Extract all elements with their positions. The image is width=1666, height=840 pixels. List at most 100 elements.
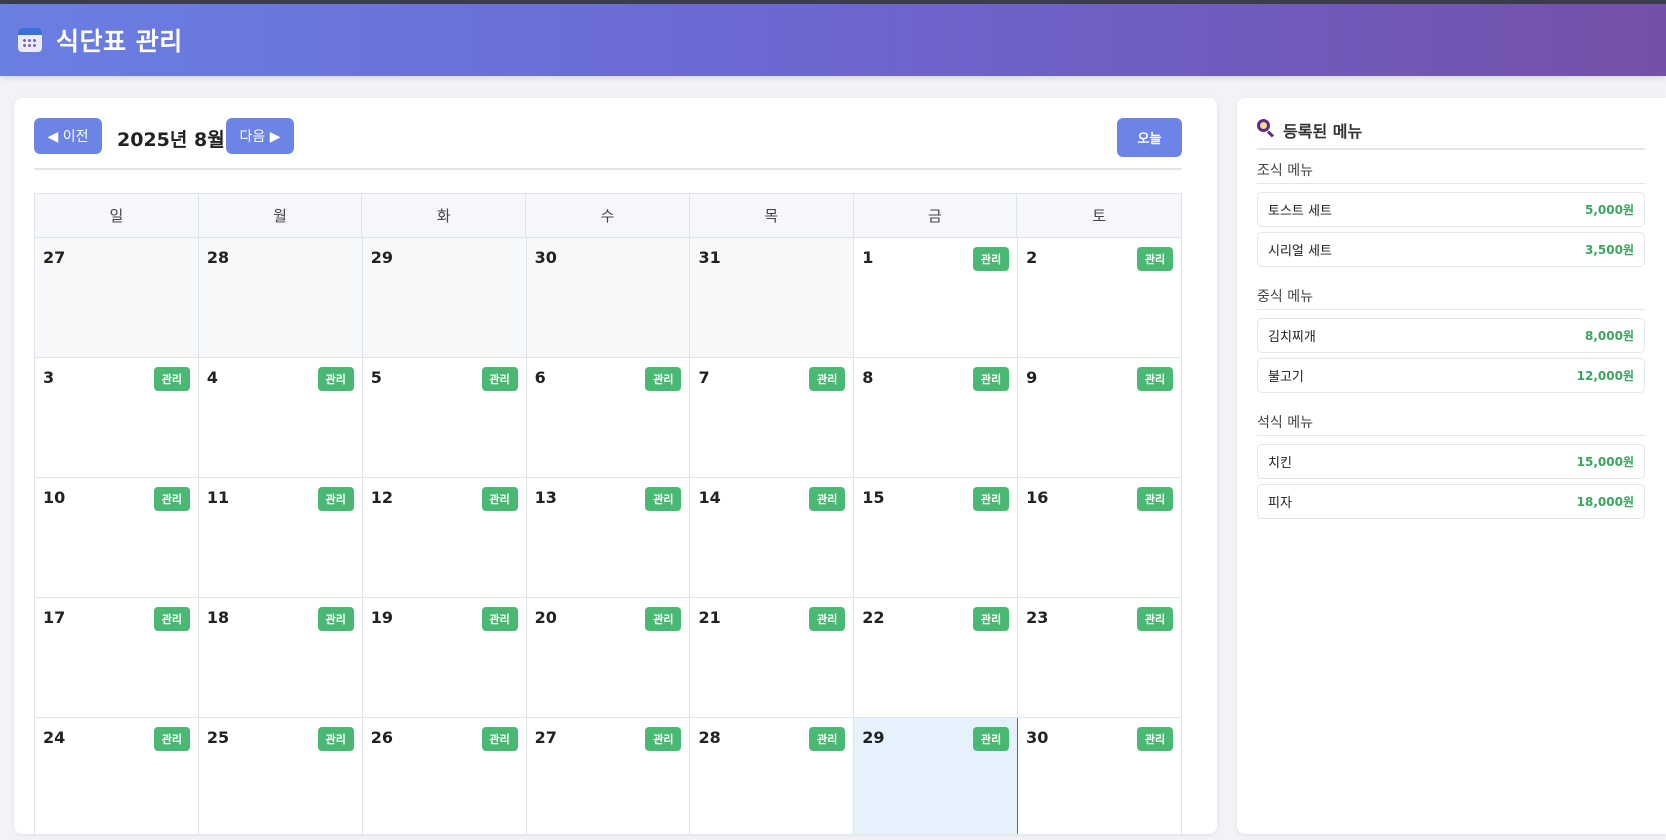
calendar-scrollbar[interactable] bbox=[1214, 98, 1217, 834]
day-number: 23 bbox=[1026, 608, 1049, 627]
calendar-day-cell[interactable]: 11 관리 bbox=[198, 478, 363, 598]
day-number: 20 bbox=[534, 608, 557, 627]
calendar-day-cell[interactable]: 12 관리 bbox=[362, 478, 527, 598]
calendar-week-row: 24 관리 25 관리 26 관리 27 관리 28 관리 29 관리 30 관리 bbox=[34, 718, 1183, 834]
manage-day-button[interactable]: 관리 bbox=[481, 727, 518, 751]
menu-section: 중식 메뉴 김치찌개 8,000원 불고기 12,000원 bbox=[1257, 286, 1645, 398]
manage-day-button[interactable]: 관리 bbox=[645, 607, 682, 631]
calendar-grid: 일 월 화 수 목 금 토 27 28 29 30 31 1 관리 2 관리 3 관리 4 관리 5 관리 6… bbox=[34, 193, 1183, 834]
calendar-day-cell[interactable]: 23 관리 bbox=[1018, 598, 1183, 718]
manage-day-button[interactable]: 관리 bbox=[153, 487, 190, 511]
menu-item[interactable]: 치킨 15,000원 bbox=[1257, 444, 1645, 479]
menu-item-name: 피자 bbox=[1268, 496, 1292, 511]
calendar-day-cell[interactable]: 24 관리 bbox=[35, 718, 199, 834]
day-number: 5 bbox=[370, 368, 382, 387]
calendar-day-cell[interactable]: 27 관리 bbox=[526, 718, 691, 834]
calendar-day-cell[interactable]: 29 bbox=[362, 238, 527, 358]
calendar-day-cell[interactable]: 28 bbox=[198, 238, 363, 358]
day-number: 14 bbox=[698, 488, 721, 507]
calendar-day-cell[interactable]: 25 관리 bbox=[198, 718, 363, 834]
menu-item[interactable]: 토스트 세트 5,000원 bbox=[1257, 192, 1645, 227]
day-number: 22 bbox=[862, 608, 885, 627]
menu-item[interactable]: 피자 18,000원 bbox=[1257, 484, 1645, 519]
calendar-day-cell[interactable]: 26 관리 bbox=[362, 718, 527, 834]
calendar-day-cell[interactable]: 3 관리 bbox=[35, 358, 199, 478]
menu-item[interactable]: 시리얼 세트 3,500원 bbox=[1257, 232, 1645, 267]
manage-day-button[interactable]: 관리 bbox=[153, 367, 190, 391]
menu-item-name: 김치찌개 bbox=[1268, 330, 1316, 345]
manage-day-button[interactable]: 관리 bbox=[645, 727, 682, 751]
calendar-day-cell[interactable]: 20 관리 bbox=[526, 598, 691, 718]
manage-day-button[interactable]: 관리 bbox=[317, 367, 354, 391]
manage-day-button[interactable]: 관리 bbox=[481, 367, 518, 391]
calendar-day-cell-today[interactable]: 29 관리 bbox=[854, 718, 1019, 834]
calendar-week-row: 3 관리 4 관리 5 관리 6 관리 7 관리 8 관리 9 관리 bbox=[34, 358, 1183, 478]
manage-day-button[interactable]: 관리 bbox=[645, 367, 682, 391]
manage-day-button[interactable]: 관리 bbox=[317, 487, 354, 511]
manage-day-button[interactable]: 관리 bbox=[645, 487, 682, 511]
menu-item[interactable]: 김치찌개 8,000원 bbox=[1257, 318, 1645, 353]
manage-day-button[interactable]: 관리 bbox=[973, 487, 1010, 511]
calendar-day-cell[interactable]: 22 관리 bbox=[854, 598, 1019, 718]
manage-day-button[interactable]: 관리 bbox=[1137, 727, 1174, 751]
next-month-button[interactable]: 다음 ▶ bbox=[226, 118, 294, 154]
day-number: 16 bbox=[1026, 488, 1049, 507]
manage-day-button[interactable]: 관리 bbox=[809, 727, 846, 751]
calendar-day-cell[interactable]: 8 관리 bbox=[854, 358, 1019, 478]
calendar-day-cell[interactable]: 13 관리 bbox=[526, 478, 691, 598]
weekday-thu: 목 bbox=[690, 194, 854, 237]
manage-day-button[interactable]: 관리 bbox=[1137, 607, 1174, 631]
calendar-week-row: 27 28 29 30 31 1 관리 2 관리 bbox=[34, 238, 1183, 358]
calendar-day-cell[interactable]: 30 관리 bbox=[1018, 718, 1183, 834]
calendar-week-row: 17 관리 18 관리 19 관리 20 관리 21 관리 22 관리 23 관리 bbox=[34, 598, 1183, 718]
calendar-day-cell[interactable]: 30 bbox=[526, 238, 691, 358]
manage-day-button[interactable]: 관리 bbox=[1137, 487, 1174, 511]
calendar-day-cell[interactable]: 10 관리 bbox=[35, 478, 199, 598]
day-number: 24 bbox=[43, 728, 66, 747]
manage-day-button[interactable]: 관리 bbox=[153, 727, 190, 751]
prev-month-button[interactable]: ◀ 이전 bbox=[34, 118, 102, 154]
manage-day-button[interactable]: 관리 bbox=[809, 367, 846, 391]
manage-day-button[interactable]: 관리 bbox=[973, 727, 1010, 751]
manage-day-button[interactable]: 관리 bbox=[317, 727, 354, 751]
calendar-day-cell[interactable]: 19 관리 bbox=[362, 598, 527, 718]
manage-day-button[interactable]: 관리 bbox=[973, 247, 1010, 271]
calendar-panel: ◀ 이전 2025년 8월 다음 ▶ 오늘 일 월 화 수 목 금 토 27 28… bbox=[14, 98, 1217, 834]
manage-day-button[interactable]: 관리 bbox=[809, 607, 846, 631]
today-button[interactable]: 오늘 bbox=[1117, 118, 1182, 157]
weekday-header-row: 일 월 화 수 목 금 토 bbox=[34, 193, 1182, 238]
calendar-day-cell[interactable]: 1 관리 bbox=[854, 238, 1019, 358]
calendar-day-cell[interactable]: 7 관리 bbox=[690, 358, 855, 478]
registered-menu-header: 등록된 메뉴 bbox=[1257, 118, 1645, 150]
calendar-day-cell[interactable]: 14 관리 bbox=[690, 478, 855, 598]
manage-day-button[interactable]: 관리 bbox=[973, 607, 1010, 631]
calendar-day-cell[interactable]: 5 관리 bbox=[362, 358, 527, 478]
calendar-day-cell[interactable]: 21 관리 bbox=[690, 598, 855, 718]
menu-item[interactable]: 불고기 12,000원 bbox=[1257, 358, 1645, 393]
manage-day-button[interactable]: 관리 bbox=[1137, 247, 1174, 271]
manage-day-button[interactable]: 관리 bbox=[481, 487, 518, 511]
calendar-day-cell[interactable]: 15 관리 bbox=[854, 478, 1019, 598]
calendar-day-cell[interactable]: 27 bbox=[35, 238, 199, 358]
manage-day-button[interactable]: 관리 bbox=[809, 487, 846, 511]
manage-day-button[interactable]: 관리 bbox=[153, 607, 190, 631]
manage-day-button[interactable]: 관리 bbox=[973, 367, 1010, 391]
day-number: 1 bbox=[862, 248, 874, 267]
calendar-day-cell[interactable]: 4 관리 bbox=[198, 358, 363, 478]
calendar-day-cell[interactable]: 2 관리 bbox=[1018, 238, 1183, 358]
calendar-day-cell[interactable]: 9 관리 bbox=[1018, 358, 1183, 478]
day-number: 31 bbox=[698, 248, 721, 267]
calendar-day-cell[interactable]: 17 관리 bbox=[35, 598, 199, 718]
calendar-day-cell[interactable]: 6 관리 bbox=[526, 358, 691, 478]
calendar-day-cell[interactable]: 16 관리 bbox=[1018, 478, 1183, 598]
day-number: 13 bbox=[534, 488, 557, 507]
manage-day-button[interactable]: 관리 bbox=[317, 607, 354, 631]
calendar-day-cell[interactable]: 31 bbox=[690, 238, 855, 358]
menu-item-price: 3,500원 bbox=[1585, 243, 1634, 257]
weekday-wed: 수 bbox=[526, 194, 690, 237]
calendar-day-cell[interactable]: 28 관리 bbox=[690, 718, 855, 834]
manage-day-button[interactable]: 관리 bbox=[1137, 367, 1174, 391]
app-header: 식단표 관리 bbox=[0, 4, 1666, 76]
manage-day-button[interactable]: 관리 bbox=[481, 607, 518, 631]
calendar-day-cell[interactable]: 18 관리 bbox=[198, 598, 363, 718]
